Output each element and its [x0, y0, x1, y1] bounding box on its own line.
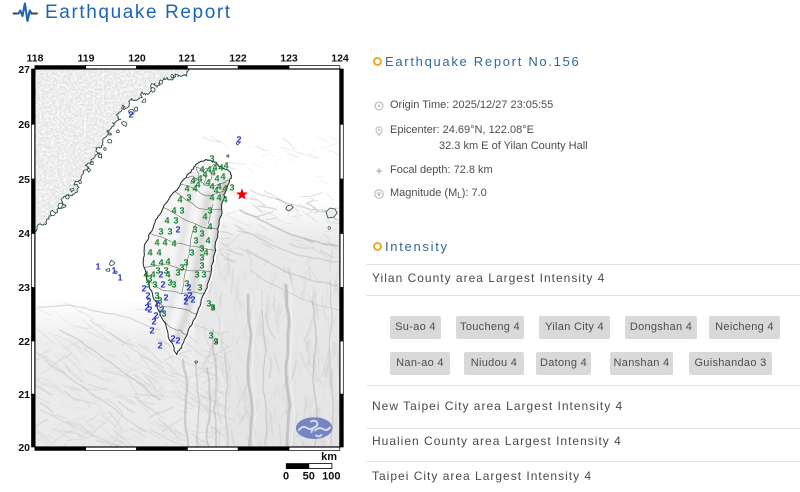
svg-text:2: 2 [190, 295, 195, 305]
svg-text:km: km [321, 451, 337, 463]
svg-text:3: 3 [152, 280, 157, 290]
svg-text:2: 2 [157, 341, 162, 351]
svg-text:3: 3 [163, 266, 168, 276]
svg-text:2: 2 [183, 297, 188, 307]
svg-text:4: 4 [171, 206, 176, 216]
svg-text:22: 22 [18, 336, 30, 348]
svg-text:121: 121 [178, 53, 196, 65]
svg-text:119: 119 [78, 53, 95, 65]
svg-text:3: 3 [201, 270, 206, 280]
svg-text:4: 4 [177, 195, 182, 205]
svg-text:4: 4 [220, 172, 225, 182]
svg-text:118: 118 [27, 53, 44, 65]
svg-text:50: 50 [303, 471, 315, 483]
svg-text:3: 3 [194, 270, 199, 280]
svg-text:3: 3 [192, 225, 197, 235]
svg-text:2: 2 [159, 305, 164, 315]
svg-text:3: 3 [209, 154, 214, 164]
svg-text:100: 100 [322, 471, 340, 483]
svg-text:2: 2 [153, 311, 158, 321]
svg-text:3: 3 [167, 278, 172, 288]
svg-text:4: 4 [171, 239, 176, 249]
svg-text:4: 4 [223, 161, 228, 171]
svg-text:4: 4 [162, 238, 167, 248]
svg-text:27: 27 [18, 64, 30, 76]
svg-text:4: 4 [154, 238, 159, 248]
svg-text:4: 4 [210, 168, 215, 178]
svg-text:21: 21 [18, 389, 30, 401]
svg-text:26: 26 [18, 119, 30, 131]
svg-text:3: 3 [179, 206, 184, 216]
svg-text:4: 4 [195, 180, 200, 190]
svg-text:3: 3 [193, 236, 198, 246]
svg-text:20: 20 [18, 442, 30, 454]
svg-text:3: 3 [147, 274, 152, 284]
svg-text:3: 3 [207, 206, 212, 216]
svg-text:2: 2 [236, 135, 241, 145]
svg-text:2: 2 [163, 293, 168, 303]
svg-text:4: 4 [207, 222, 212, 232]
svg-text:3: 3 [229, 183, 234, 193]
svg-text:123: 123 [280, 53, 298, 65]
svg-text:3: 3 [167, 227, 172, 237]
svg-text:3: 3 [197, 283, 202, 293]
svg-text:0: 0 [283, 471, 289, 483]
svg-text:2: 2 [128, 110, 133, 120]
svg-text:25: 25 [18, 174, 30, 186]
svg-text:2: 2 [144, 303, 149, 313]
svg-text:2: 2 [160, 280, 165, 290]
svg-text:2: 2 [149, 326, 154, 336]
svg-text:4: 4 [213, 186, 218, 196]
svg-text:4: 4 [205, 236, 210, 246]
svg-text:3: 3 [186, 193, 191, 203]
svg-text:2: 2 [175, 225, 180, 235]
svg-text:1: 1 [117, 273, 122, 283]
svg-text:24: 24 [18, 228, 30, 240]
svg-text:3: 3 [158, 227, 163, 237]
svg-text:4: 4 [222, 184, 227, 194]
svg-text:124: 124 [331, 53, 349, 65]
svg-text:2: 2 [175, 336, 180, 346]
svg-text:3: 3 [199, 229, 204, 239]
svg-text:1: 1 [111, 266, 116, 276]
svg-text:120: 120 [128, 53, 146, 65]
svg-text:3: 3 [179, 263, 184, 273]
svg-text:122: 122 [229, 53, 247, 65]
svg-text:4: 4 [147, 248, 152, 258]
svg-text:2: 2 [158, 270, 163, 280]
svg-text:3: 3 [210, 303, 215, 313]
svg-text:3: 3 [213, 337, 218, 347]
svg-text:2: 2 [141, 284, 146, 294]
svg-text:4: 4 [222, 195, 227, 205]
svg-text:4: 4 [164, 216, 169, 226]
svg-text:4: 4 [205, 178, 210, 188]
svg-text:23: 23 [18, 282, 30, 294]
svg-text:4: 4 [156, 248, 161, 258]
svg-text:3: 3 [189, 248, 194, 258]
svg-text:1: 1 [95, 262, 100, 272]
